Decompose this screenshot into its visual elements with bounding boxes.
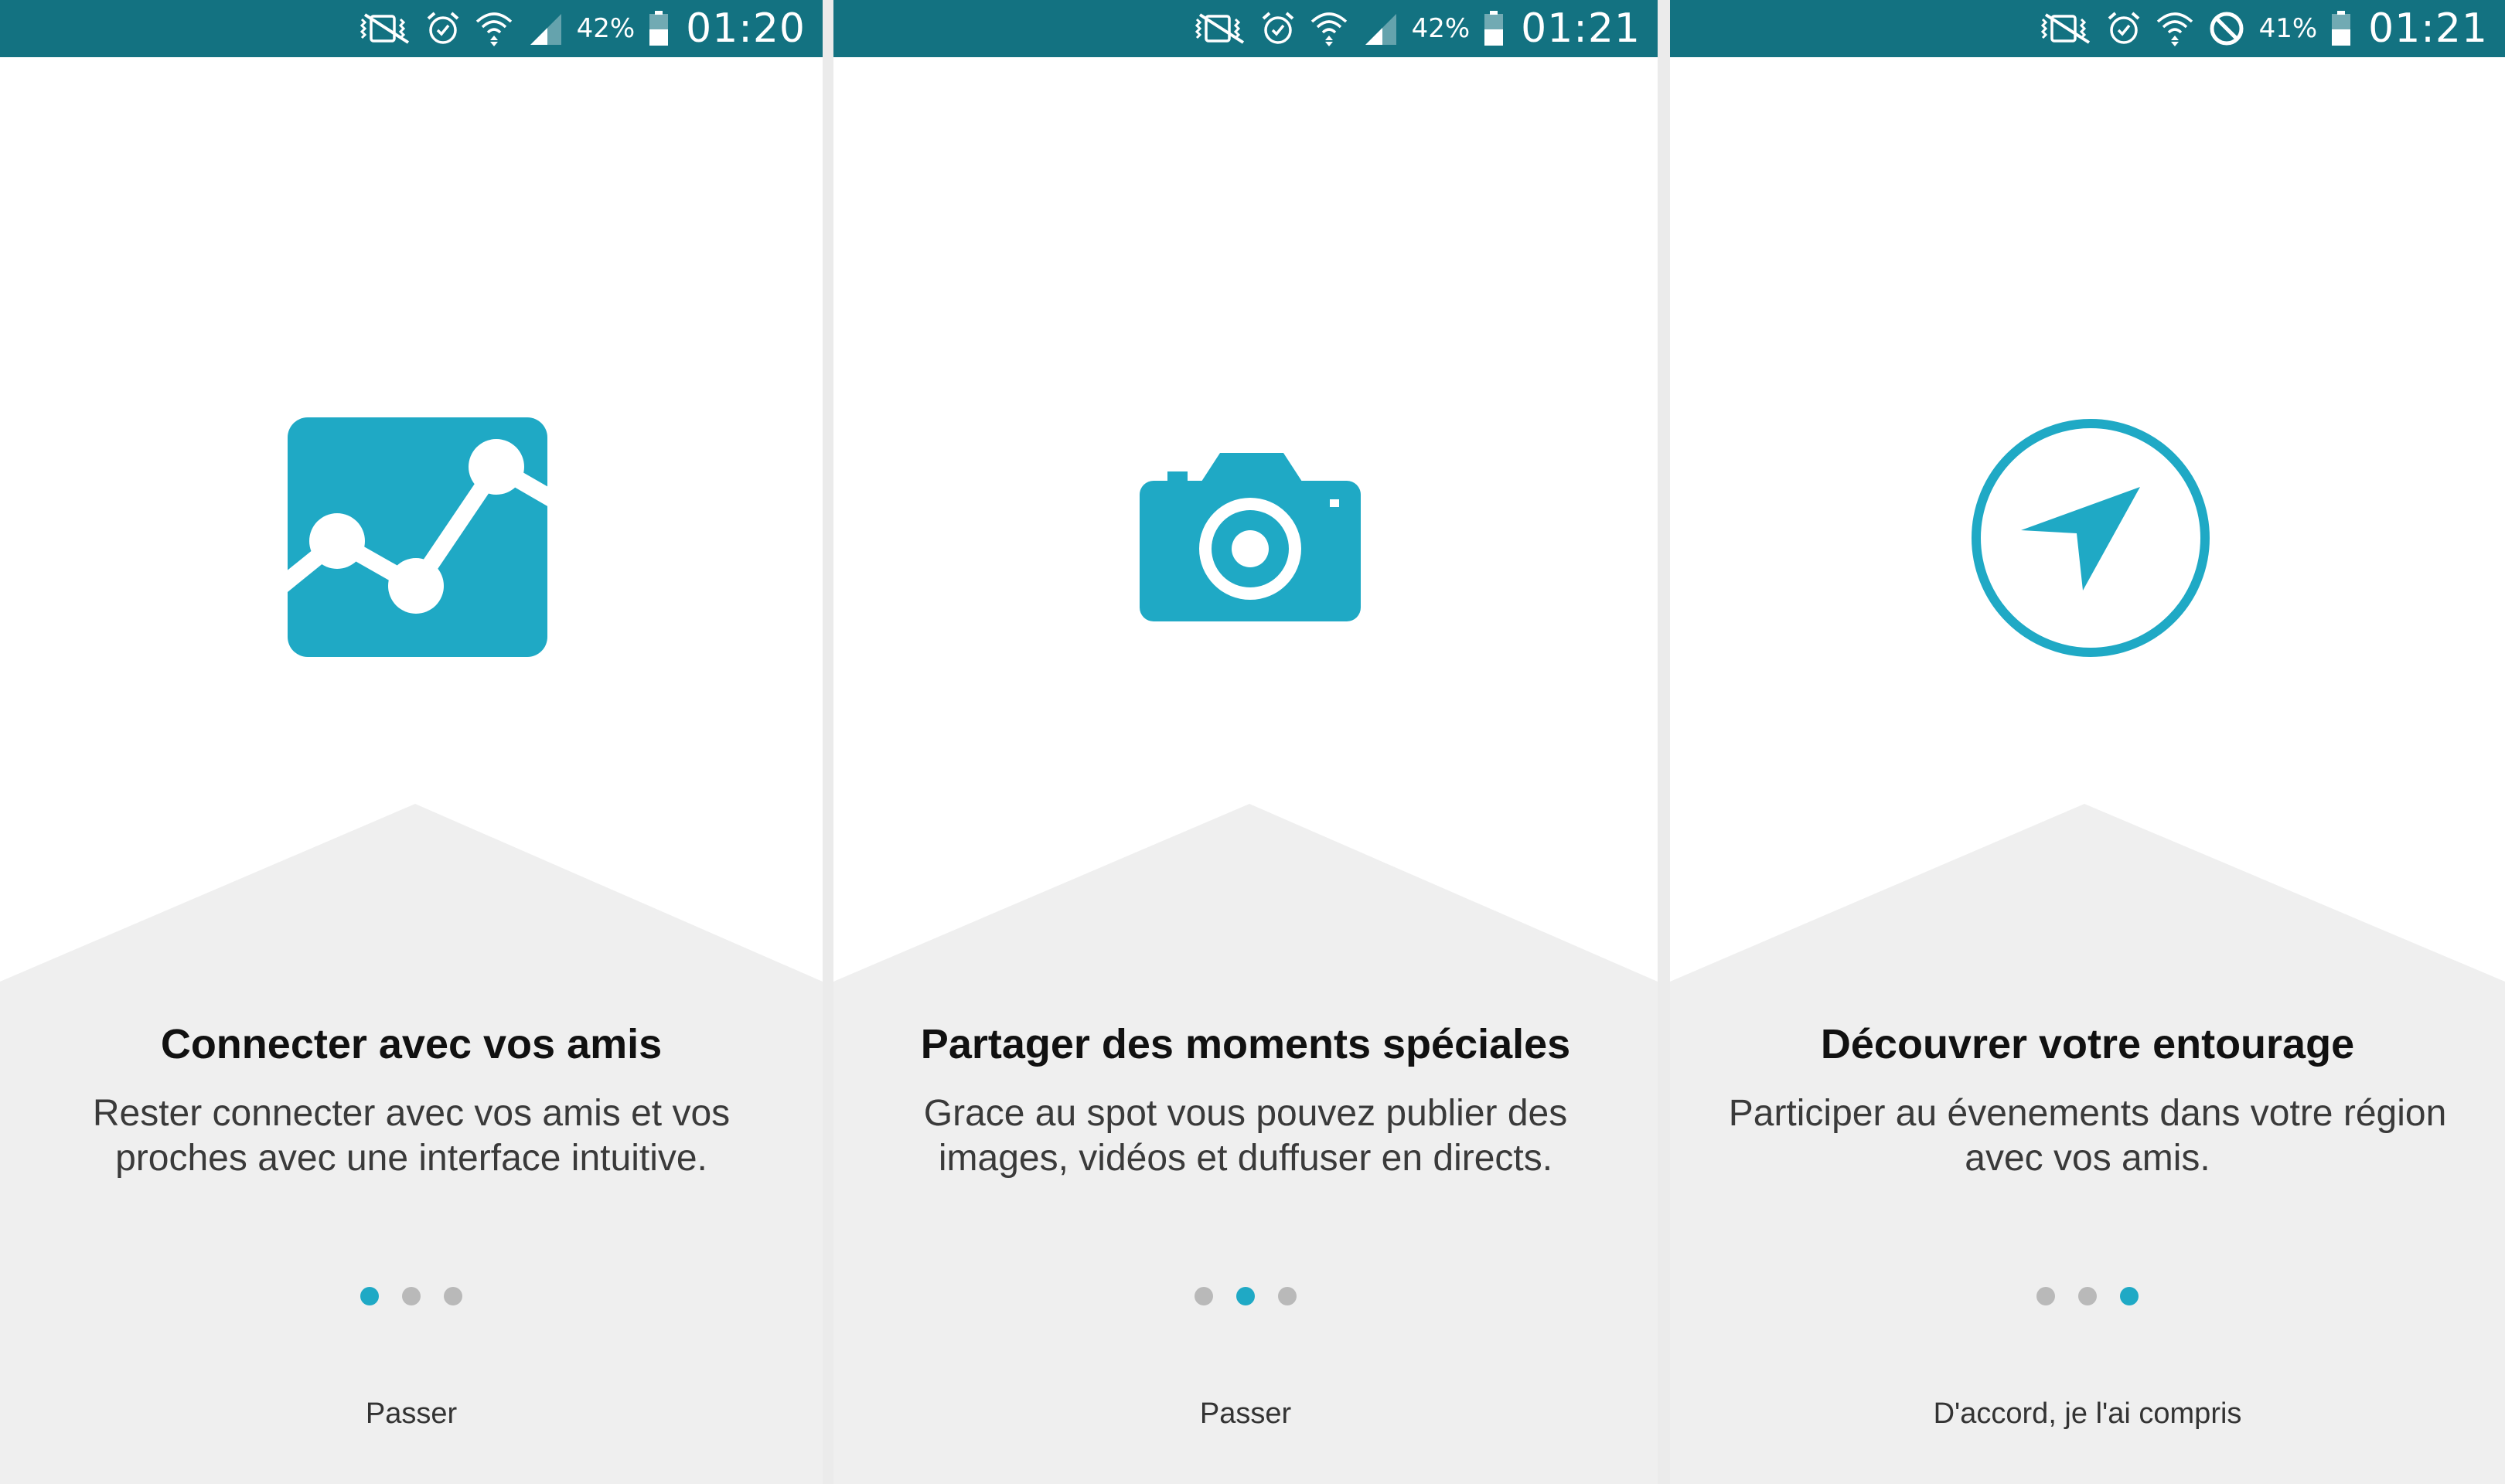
vibrate-icon [360, 13, 411, 44]
camera-icon [1140, 453, 1361, 621]
onboarding-screen-1: 42% 01:20 Connecter avec vos amis Rester… [0, 0, 823, 1484]
battery-percentage: 42% [1411, 13, 1471, 44]
signal-icon [527, 11, 563, 46]
chart-icon [288, 417, 547, 657]
vibrate-icon [2040, 13, 2092, 44]
page-indicator-dot[interactable] [1195, 1287, 1213, 1305]
onboarding-title: Découvrer votre entourage [1820, 1021, 2355, 1067]
onboarding-screen-2: 42% 01:21 Partager des moments spéciales… [833, 0, 1658, 1484]
clock: 01:20 [686, 5, 806, 52]
alarm-icon [425, 11, 461, 46]
onboarding-screen-3: 41% 01:21 Découvrer votre entourage Part… [1670, 0, 2505, 1484]
page-indicator [0, 1285, 823, 1308]
status-bar: 42% 01:21 [833, 0, 1658, 57]
onboarding-title: Connecter avec vos amis [160, 1021, 663, 1067]
status-bar: 42% 01:20 [0, 0, 823, 57]
skip-button[interactable]: Passer [833, 1397, 1658, 1431]
wifi-icon [1310, 11, 1348, 46]
battery-icon [2331, 11, 2351, 46]
no-signal-icon [2208, 10, 2245, 47]
page-indicator-dot[interactable] [402, 1287, 421, 1305]
skip-button[interactable]: Passer [0, 1397, 823, 1431]
page-indicator [1670, 1285, 2505, 1308]
battery-icon [1484, 11, 1504, 46]
wifi-icon [2156, 11, 2194, 46]
battery-icon [649, 11, 669, 46]
alarm-icon [2106, 11, 2142, 46]
onboarding-description: Grace au spot vous pouvez publier des im… [923, 1093, 1568, 1179]
vibrate-icon [1195, 13, 1246, 44]
clock: 01:21 [2368, 5, 2488, 52]
onboarding-description: Participer au évenements dans votre régi… [1728, 1093, 2447, 1179]
page-indicator-dot[interactable] [444, 1287, 462, 1305]
onboarding-title: Partager des moments spéciales [920, 1021, 1571, 1067]
alarm-icon [1260, 11, 1296, 46]
navigation-icon [1972, 419, 2210, 657]
page-indicator-dot-active[interactable] [360, 1287, 379, 1305]
page-indicator-dot-active[interactable] [2120, 1287, 2139, 1305]
page-indicator-dot-active[interactable] [1236, 1287, 1255, 1305]
page-indicator [833, 1285, 1658, 1308]
status-bar: 41% 01:21 [1670, 0, 2505, 57]
battery-percentage: 42% [576, 13, 636, 44]
clock: 01:21 [1521, 5, 1641, 52]
onboarding-description: Rester connecter avec vos amis et vos pr… [92, 1093, 731, 1179]
wifi-icon [475, 11, 513, 46]
page-indicator-dot[interactable] [1278, 1287, 1297, 1305]
signal-icon [1362, 11, 1398, 46]
got-it-button[interactable]: D'accord, je l'ai compris [1670, 1397, 2505, 1431]
battery-percentage: 41% [2258, 13, 2318, 44]
page-indicator-dot[interactable] [2036, 1287, 2055, 1305]
page-indicator-dot[interactable] [2078, 1287, 2097, 1305]
